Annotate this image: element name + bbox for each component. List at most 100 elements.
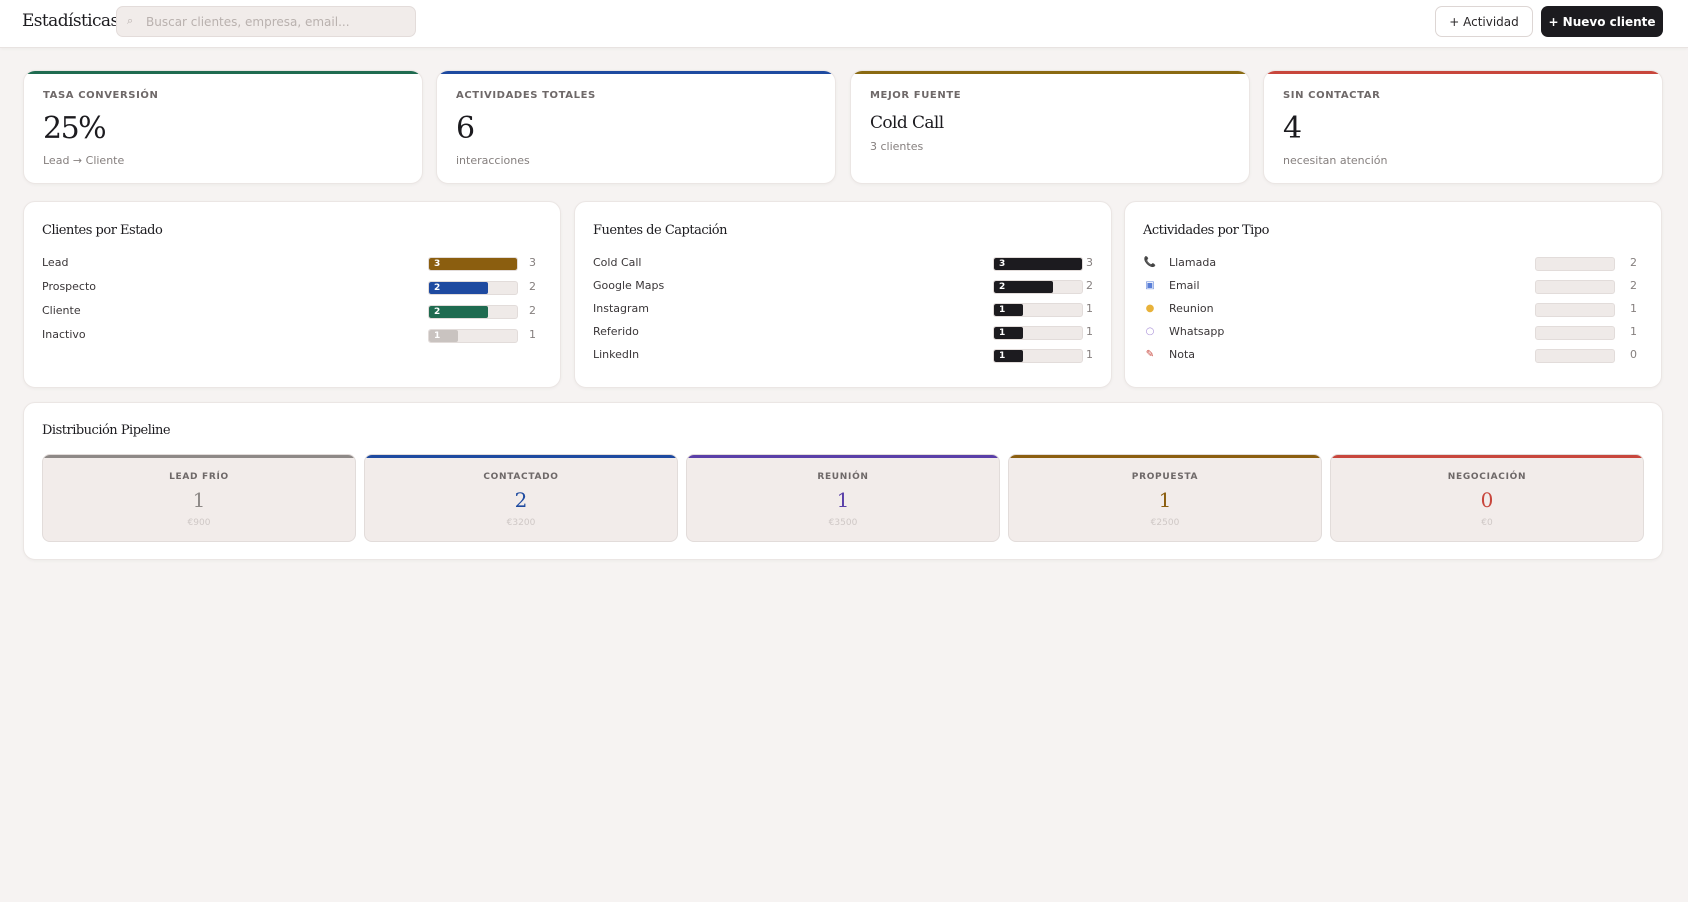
bar-fill: 2 [429,282,488,294]
source-count: 3 [1086,256,1093,269]
pipeline-stage-propuesta[interactable]: PROPUESTA 1 €2500 [1008,454,1322,542]
stat-label: MEJOR FUENTE [870,90,962,101]
status-count: 1 [529,328,536,341]
bar-track: 3 [428,257,518,271]
bar-fill: 1 [994,327,1024,339]
bar-track: 2 [428,281,518,295]
bar-fill: 1 [429,330,459,342]
stat-sub: Lead → Cliente [43,154,125,167]
pipeline-stage-lead-frio[interactable]: LEAD FRÍO 1 €900 [42,454,356,542]
stat-accent [24,71,422,74]
bar-track [1535,349,1615,363]
stage-label: LEAD FRÍO [169,472,229,482]
panel-title: Fuentes de Captación [593,223,727,238]
status-label: Lead [42,256,69,269]
bar-track: 1 [993,326,1083,340]
status-count: 2 [529,280,536,293]
source-label: Cold Call [593,256,642,269]
pipeline-stage-negociacion[interactable]: NEGOCIACIÓN 0 €0 [1330,454,1644,542]
panel-title: Actividades por Tipo [1143,223,1269,238]
stat-value: 4 [1283,111,1302,146]
stat-card-best-source: MEJOR FUENTE Cold Call 3 clientes [850,70,1250,184]
bar-track: 1 [993,349,1083,363]
source-count: 1 [1086,302,1093,315]
status-count: 2 [529,304,536,317]
source-row: LinkedIn 1 1 [593,346,1093,364]
source-row: Instagram 1 1 [593,300,1093,318]
status-row: Prospecto 2 2 [42,278,542,296]
source-count: 1 [1086,348,1093,361]
search-icon: ⌕ [127,14,134,27]
activity-row: ○ Whatsapp 1 [1143,323,1643,341]
status-row: Cliente 2 2 [42,302,542,320]
stat-value: 6 [456,111,475,146]
lead-sources-panel: Fuentes de Captación Cold Call 3 3 Googl… [574,201,1112,388]
bar-value: 2 [434,283,441,293]
activity-row: ▣ Email 2 [1143,277,1643,295]
bar-track [1535,280,1615,294]
search-box[interactable]: ⌕ [116,6,416,37]
pipeline-stage-contactado[interactable]: CONTACTADO 2 €3200 [364,454,678,542]
status-row: Inactivo 1 1 [42,326,542,344]
stage-label: REUNIÓN [817,472,869,482]
source-label: LinkedIn [593,348,640,361]
chat-bubble-icon: ○ [1145,326,1155,337]
activity-count: 1 [1630,302,1637,315]
stage-accent [1009,455,1321,458]
bar-track: 2 [993,280,1083,294]
bar-value: 2 [434,307,441,317]
stage-amount: €3200 [506,518,536,528]
add-activity-button[interactable]: + Actividad [1435,6,1533,37]
phone-icon: 📞 [1143,257,1157,268]
bar-fill: 1 [994,350,1024,362]
pipeline-stage-reunion[interactable]: REUNIÓN 1 €3500 [686,454,1000,542]
stage-amount: €3500 [828,518,858,528]
note-icon: ✎ [1145,349,1155,360]
activity-count: 2 [1630,279,1637,292]
stage-label: PROPUESTA [1131,472,1199,482]
stage-label: CONTACTADO [483,472,559,482]
stage-count: 0 [1480,488,1494,512]
bar-value: 1 [434,331,441,341]
source-label: Google Maps [593,279,665,292]
stat-label: SIN CONTACTAR [1283,90,1381,101]
bar-fill: 3 [994,258,1082,270]
activity-row: 📞 Llamada 2 [1143,254,1643,272]
stage-amount: €0 [1481,518,1493,528]
stage-accent [1331,455,1643,458]
search-input[interactable] [146,7,408,36]
source-label: Instagram [593,302,649,315]
activity-count: 0 [1630,348,1637,361]
clients-by-status-panel: Clientes por Estado Lead 3 3 Prospecto 2… [23,201,561,388]
page-title: Estadísticas [22,11,119,31]
bar-track: 1 [993,303,1083,317]
stat-accent [1264,71,1662,74]
new-client-button[interactable]: + Nuevo cliente [1541,6,1663,37]
bar-track: 3 [993,257,1083,271]
bar-fill: 3 [429,258,517,270]
source-row: Cold Call 3 3 [593,254,1093,272]
bar-track: 1 [428,329,518,343]
bar-value: 2 [999,282,1006,292]
activity-label: Whatsapp [1169,325,1225,338]
bar-track [1535,326,1615,340]
status-label: Prospecto [42,280,97,293]
activity-row: ● Reunion 1 [1143,300,1643,318]
activities-by-type-panel: Actividades por Tipo 📞 Llamada 2 ▣ Email… [1124,201,1662,388]
stat-sub: 3 clientes [870,140,924,153]
bar-track [1535,303,1615,317]
stat-label: ACTIVIDADES TOTALES [456,90,596,101]
status-label: Inactivo [42,328,86,341]
stage-accent [365,455,677,458]
source-row: Google Maps 2 2 [593,277,1093,295]
stat-card-conversion: TASA CONVERSIÓN 25% Lead → Cliente [23,70,423,184]
bar-value: 1 [999,351,1006,361]
status-count: 3 [529,256,536,269]
stat-value: Cold Call [870,113,944,133]
email-icon: ▣ [1145,280,1155,291]
stat-sub: interacciones [456,154,530,167]
stat-card-uncontacted: SIN CONTACTAR 4 necesitan atención [1263,70,1663,184]
stage-amount: €900 [187,518,211,528]
stage-count: 1 [192,488,206,512]
activity-label: Reunion [1169,302,1214,315]
